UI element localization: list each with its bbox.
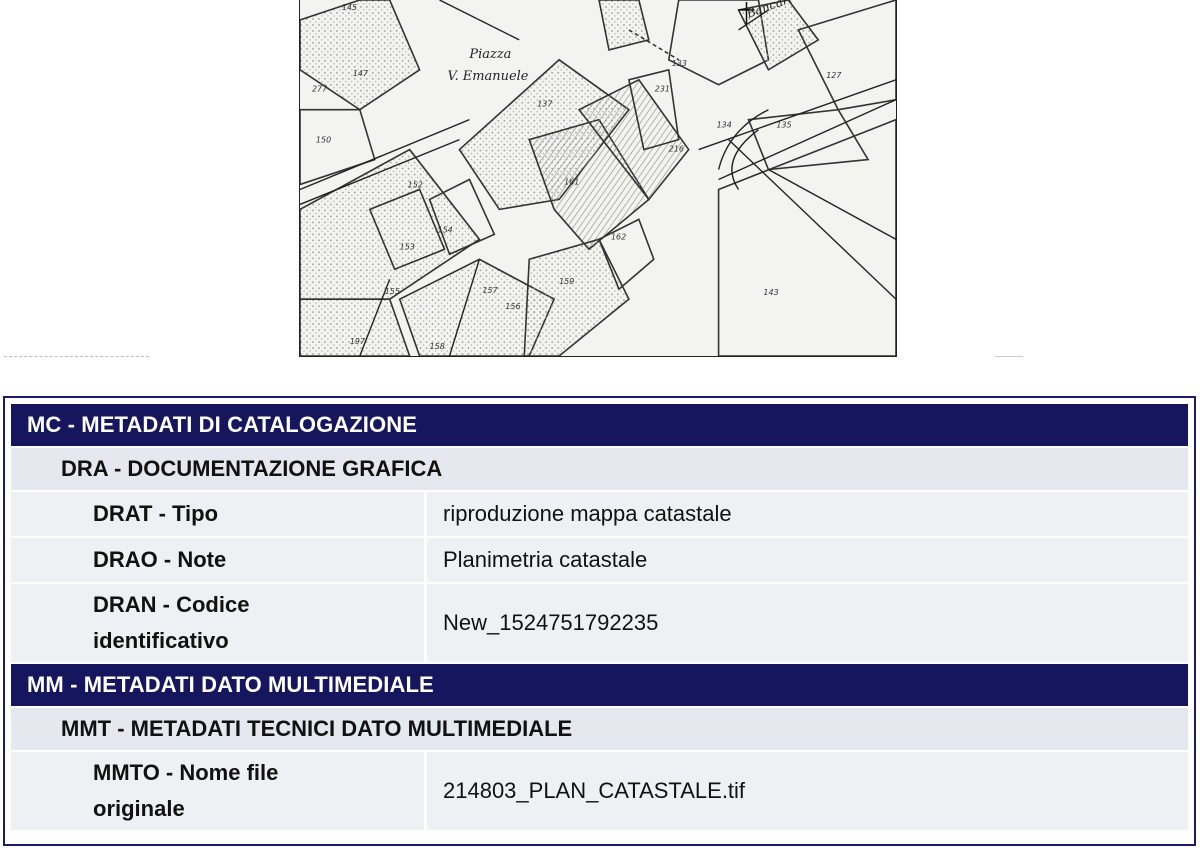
- svg-text:135: 135: [776, 121, 791, 130]
- svg-text:154: 154: [438, 225, 453, 234]
- cadastral-map-image: Piazza V. Emanuele Bancari 145 147 150 1…: [299, 0, 897, 357]
- section-header-mc: MC - METADATI DI CATALOGAZIONE: [11, 404, 1188, 446]
- section-title: MC - METADATI DI CATALOGAZIONE: [11, 404, 1188, 446]
- svg-text:133: 133: [672, 59, 687, 68]
- divider-left: [4, 356, 149, 357]
- svg-text:157: 157: [482, 286, 497, 295]
- field-label-line: identificativo: [93, 628, 229, 653]
- subsection-title: DRA - DOCUMENTAZIONE GRAFICA: [11, 448, 1188, 490]
- svg-text:155: 155: [385, 287, 400, 296]
- subsection-title: MMT - METADATI TECNICI DATO MULTIMEDIALE: [11, 708, 1188, 750]
- field-label-line: originale: [93, 796, 185, 821]
- map-label-piazza: Piazza: [468, 47, 511, 62]
- metadata-panel: MC - METADATI DI CATALOGAZIONE DRA - DOC…: [3, 396, 1196, 846]
- table-row: DRAN - Codice identificativo New_1524751…: [11, 584, 1188, 662]
- subsection-header-dra: DRA - DOCUMENTAZIONE GRAFICA: [11, 448, 1188, 490]
- field-value: 214803_PLAN_CATASTALE.tif: [427, 752, 1188, 830]
- field-value: riproduzione mappa catastale: [427, 492, 1188, 536]
- svg-text:134: 134: [717, 121, 732, 130]
- svg-text:143: 143: [763, 288, 778, 297]
- field-label: MMTO - Nome file originale: [11, 752, 427, 830]
- svg-text:159: 159: [559, 277, 574, 286]
- svg-text:197: 197: [350, 337, 365, 346]
- table-row: MMTO - Nome file originale 214803_PLAN_C…: [11, 752, 1188, 830]
- field-value: Planimetria catastale: [427, 538, 1188, 582]
- map-label-v-emanuele: V. Emanuele: [448, 69, 529, 84]
- field-label: DRAO - Note: [11, 538, 427, 582]
- metadata-table: MC - METADATI DI CATALOGAZIONE DRA - DOC…: [11, 402, 1188, 832]
- field-label-line: MMTO - Nome file: [93, 760, 279, 785]
- svg-text:150: 150: [316, 136, 331, 145]
- svg-text:156: 156: [505, 302, 520, 311]
- table-row: DRAT - Tipo riproduzione mappa catastale: [11, 492, 1188, 536]
- svg-text:145: 145: [342, 3, 357, 12]
- svg-text:153: 153: [400, 242, 415, 251]
- svg-text:161: 161: [564, 177, 579, 186]
- svg-text:162: 162: [611, 232, 626, 241]
- svg-text:152: 152: [408, 180, 423, 189]
- subsection-header-mmt: MMT - METADATI TECNICI DATO MULTIMEDIALE: [11, 708, 1188, 750]
- svg-text:231: 231: [655, 85, 670, 94]
- field-label: DRAN - Codice identificativo: [11, 584, 427, 662]
- divider-right: [995, 356, 1023, 357]
- section-title: MM - METADATI DATO MULTIMEDIALE: [11, 664, 1188, 706]
- field-label: DRAT - Tipo: [11, 492, 427, 536]
- svg-text:277: 277: [312, 85, 327, 94]
- svg-text:137: 137: [537, 100, 552, 109]
- svg-text:127: 127: [826, 71, 841, 80]
- svg-text:158: 158: [430, 342, 445, 351]
- section-header-mm: MM - METADATI DATO MULTIMEDIALE: [11, 664, 1188, 706]
- field-label-line: DRAN - Codice: [93, 592, 250, 617]
- field-value: New_1524751792235: [427, 584, 1188, 662]
- svg-text:216: 216: [669, 145, 684, 154]
- table-row: DRAO - Note Planimetria catastale: [11, 538, 1188, 582]
- svg-text:147: 147: [353, 69, 368, 78]
